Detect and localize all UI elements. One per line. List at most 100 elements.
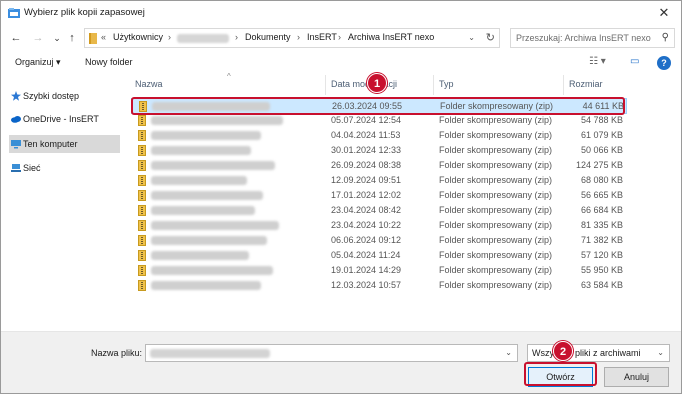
redacted-file-name	[151, 191, 263, 200]
sidebar-item-label: Szybki dostęp	[23, 91, 80, 101]
file-row[interactable]: 05.04.2024 11:24 Folder skompresowany (zi…	[131, 248, 627, 264]
zip-folder-icon	[138, 115, 146, 126]
up-button[interactable]: ↑	[65, 30, 79, 46]
sidebar-item-network[interactable]: Sieć	[9, 159, 120, 177]
redacted-file-name	[151, 176, 247, 185]
file-size: 63 584 KB	[580, 280, 623, 290]
address-dropdown-icon[interactable]: ⌄	[468, 33, 475, 42]
zip-folder-icon	[138, 145, 146, 156]
file-date: 12.09.2024 09:51	[331, 175, 402, 185]
filetype-dropdown-icon: ⌄	[657, 348, 664, 357]
redacted-file-name	[151, 281, 261, 290]
annotation-highlight-selected-file	[131, 97, 625, 115]
filetype-value: Wszystkie pliki z archiwami	[532, 348, 641, 358]
file-row[interactable]: 12.09.2024 09:51 Folder skompresowany (zi…	[131, 173, 627, 189]
sidebar-item-quick-access[interactable]: Szybki dostęp	[9, 87, 120, 105]
file-row[interactable]: 30.01.2024 12:33 Folder skompresowany (zi…	[131, 143, 627, 159]
navigation-pane: Szybki dostęp OneDrive - InsERT Ten komp…	[1, 77, 122, 329]
new-folder-button[interactable]: Nowy folder	[85, 57, 133, 67]
file-type: Folder skompresowany (zip)	[439, 115, 553, 125]
file-type: Folder skompresowany (zip)	[439, 280, 553, 290]
zip-folder-icon	[138, 220, 146, 231]
file-type: Folder skompresowany (zip)	[439, 220, 553, 230]
column-divider[interactable]	[433, 75, 434, 95]
file-row[interactable]: 26.09.2024 08:38 Folder skompresowany (zi…	[131, 158, 627, 174]
file-type: Folder skompresowany (zip)	[439, 175, 553, 185]
cancel-button[interactable]: Anuluj	[604, 367, 669, 387]
file-size: 71 382 KB	[580, 235, 623, 245]
search-placeholder: Przeszukaj: Archiwa InsERT nexo	[516, 33, 651, 43]
recent-locations-button[interactable]: ⌄	[50, 30, 64, 46]
file-size: 56 665 KB	[580, 190, 623, 200]
zip-folder-icon	[138, 130, 146, 141]
redacted-file-name	[151, 131, 261, 140]
file-row[interactable]: 19.01.2024 14:29 Folder skompresowany (zi…	[131, 263, 627, 279]
filename-label: Nazwa pliku:	[91, 348, 143, 358]
annotation-highlight-open-button	[524, 362, 597, 386]
file-row[interactable]: 23.04.2024 10:22 Folder skompresowany (zi…	[131, 218, 627, 234]
breadcrumb-overflow[interactable]: «	[101, 32, 106, 42]
file-row[interactable]: 12.03.2024 10:57 Folder skompresowany (zi…	[131, 278, 627, 294]
network-icon	[11, 164, 21, 172]
column-header-type[interactable]: Typ	[439, 79, 454, 89]
file-date: 17.01.2024 12:02	[331, 190, 402, 200]
file-type: Folder skompresowany (zip)	[439, 130, 553, 140]
file-size: 57 120 KB	[580, 250, 623, 260]
zip-folder-icon	[138, 265, 146, 276]
cloud-icon	[11, 116, 21, 123]
forward-button[interactable]: →	[31, 30, 45, 46]
file-type: Folder skompresowany (zip)	[439, 160, 553, 170]
file-row[interactable]: 05.07.2024 12:54 Folder skompresowany (zi…	[131, 113, 627, 129]
breadcrumb-item-archives[interactable]: Archiwa InsERT nexo	[348, 32, 434, 42]
breadcrumb-item-insert[interactable]: InsERT	[307, 32, 337, 42]
redacted-file-name	[151, 116, 283, 125]
breadcrumb-item-documents[interactable]: Dokumenty	[245, 32, 291, 42]
preview-pane-button[interactable]: ▭	[630, 56, 639, 67]
filename-input[interactable]: ⌄	[145, 344, 518, 362]
back-button[interactable]: ←	[9, 30, 23, 46]
column-header-size[interactable]: Rozmiar	[569, 79, 603, 89]
redacted-file-name	[151, 251, 249, 260]
computer-icon	[11, 140, 21, 149]
column-header-name[interactable]: Nazwa	[135, 79, 163, 89]
zip-folder-icon	[138, 160, 146, 171]
file-date: 05.07.2024 12:54	[331, 115, 402, 125]
file-type: Folder skompresowany (zip)	[439, 235, 553, 245]
breadcrumb-separator: ›	[235, 32, 238, 42]
file-size: 61 079 KB	[580, 130, 623, 140]
close-button[interactable]: ✕	[647, 1, 681, 25]
file-date: 26.09.2024 08:38	[331, 160, 402, 170]
sidebar-item-onedrive[interactable]: OneDrive - InsERT	[9, 110, 120, 128]
file-row[interactable]: 06.06.2024 09:12 Folder skompresowany (zi…	[131, 233, 627, 249]
column-divider[interactable]	[325, 75, 326, 95]
search-icon: ⚲	[661, 32, 669, 43]
breadcrumb-separator: ›	[168, 32, 171, 42]
breadcrumb-item-users[interactable]: Użytkownicy	[113, 32, 163, 42]
dialog-title: Wybierz plik kopii zapasowej	[24, 7, 145, 18]
change-view-button[interactable]: ☷ ▾	[589, 56, 606, 67]
file-size: 54 788 KB	[580, 115, 623, 125]
redacted-file-name	[151, 146, 251, 155]
file-date: 05.04.2024 11:24	[331, 250, 401, 260]
file-date: 19.01.2024 14:29	[331, 265, 402, 275]
sidebar-item-label: Sieć	[23, 163, 41, 173]
sidebar-item-this-pc[interactable]: Ten komputer	[9, 135, 120, 153]
zip-folder-icon	[138, 175, 146, 186]
filetype-select[interactable]: Wszystkie pliki z archiwami ⌄	[527, 344, 670, 362]
filename-dropdown-icon[interactable]: ⌄	[505, 348, 512, 357]
zip-folder-icon	[138, 280, 146, 291]
organize-button[interactable]: Organizuj ▾	[15, 57, 61, 68]
refresh-icon[interactable]: ↻	[486, 31, 495, 44]
sort-ascending-icon: ^	[227, 72, 231, 81]
column-divider[interactable]	[563, 75, 564, 95]
search-input[interactable]: Przeszukaj: Archiwa InsERT nexo ⚲	[510, 28, 675, 48]
file-type: Folder skompresowany (zip)	[439, 205, 553, 215]
file-row[interactable]: 04.04.2024 11:53 Folder skompresowany (zi…	[131, 128, 627, 144]
file-date: 12.03.2024 10:57	[331, 280, 402, 290]
column-header-date[interactable]: Data modyfikacji	[331, 79, 397, 89]
help-icon[interactable]: ?	[657, 56, 671, 70]
address-bar[interactable]: « Użytkownicy › › Dokumenty › InsERT › A…	[84, 28, 500, 48]
file-row[interactable]: 23.04.2024 08:42 Folder skompresowany (zi…	[131, 203, 627, 219]
file-row[interactable]: 17.01.2024 12:02 Folder skompresowany (zi…	[131, 188, 627, 204]
file-date: 06.06.2024 09:12	[331, 235, 402, 245]
